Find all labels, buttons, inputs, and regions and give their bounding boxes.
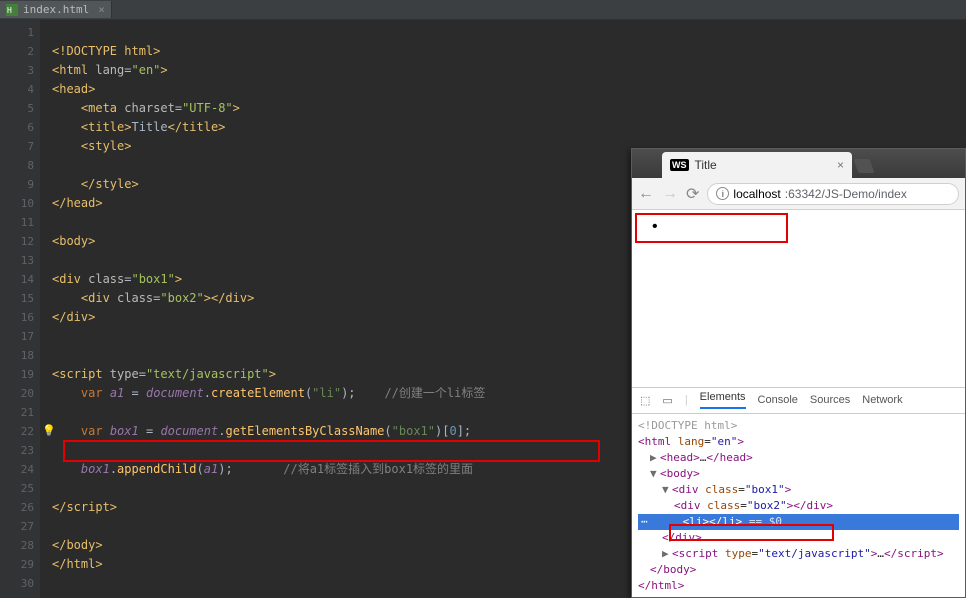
inspect-icon[interactable]: ⬚ (640, 394, 650, 407)
devtools-tabs: ⬚ ▭ | Elements Console Sources Network (632, 388, 965, 414)
highlight-box-devtools (669, 524, 834, 541)
site-info-icon[interactable]: i (716, 187, 729, 200)
svg-text:H: H (7, 6, 12, 15)
url-path: :63342/JS-Demo/index (785, 187, 907, 201)
highlight-box-code (63, 440, 600, 462)
tab-sources[interactable]: Sources (810, 394, 850, 406)
back-icon[interactable]: ← (638, 185, 654, 203)
new-tab-button[interactable] (853, 159, 874, 173)
close-icon[interactable]: × (98, 3, 105, 16)
browser-window: WS Title × ← → ⟳ i localhost :63342/JS-De… (631, 148, 966, 598)
devtools-panel: ⬚ ▭ | Elements Console Sources Network <… (632, 387, 965, 597)
tab-network[interactable]: Network (862, 394, 902, 406)
highlight-box-page (635, 213, 788, 243)
editor-tab-filename: index.html (23, 3, 89, 16)
url-field[interactable]: i localhost :63342/JS-Demo/index (707, 183, 959, 205)
code-area[interactable]: <!DOCTYPE html> <html lang="en"> <head> … (40, 20, 485, 598)
editor-tab[interactable]: H index.html × (0, 1, 112, 18)
browser-tab-title: Title (695, 158, 831, 172)
html-file-icon: H (6, 4, 18, 16)
forward-icon: → (662, 185, 678, 203)
tab-console[interactable]: Console (758, 394, 798, 406)
address-bar: ← → ⟳ i localhost :63342/JS-Demo/index (632, 178, 965, 210)
device-icon[interactable]: ▭ (662, 394, 672, 407)
url-host: localhost (733, 187, 780, 201)
editor-tab-bar: H index.html × (0, 0, 966, 20)
line-gutter: 1 2 3 4 5 6 7 8 9 10 11 12 13 14 15 16 1… (0, 20, 40, 598)
page-viewport: • (632, 210, 965, 387)
dom-tree[interactable]: <!DOCTYPE html> <html lang="en"> ▶<head>… (632, 414, 965, 597)
browser-tab[interactable]: WS Title × (662, 152, 852, 178)
ws-favicon-icon: WS (670, 159, 689, 171)
chrome-tabstrip: WS Title × (632, 149, 965, 178)
reload-icon[interactable]: ⟳ (686, 184, 699, 204)
close-icon[interactable]: × (837, 158, 844, 172)
tab-elements[interactable]: Elements (700, 391, 746, 409)
